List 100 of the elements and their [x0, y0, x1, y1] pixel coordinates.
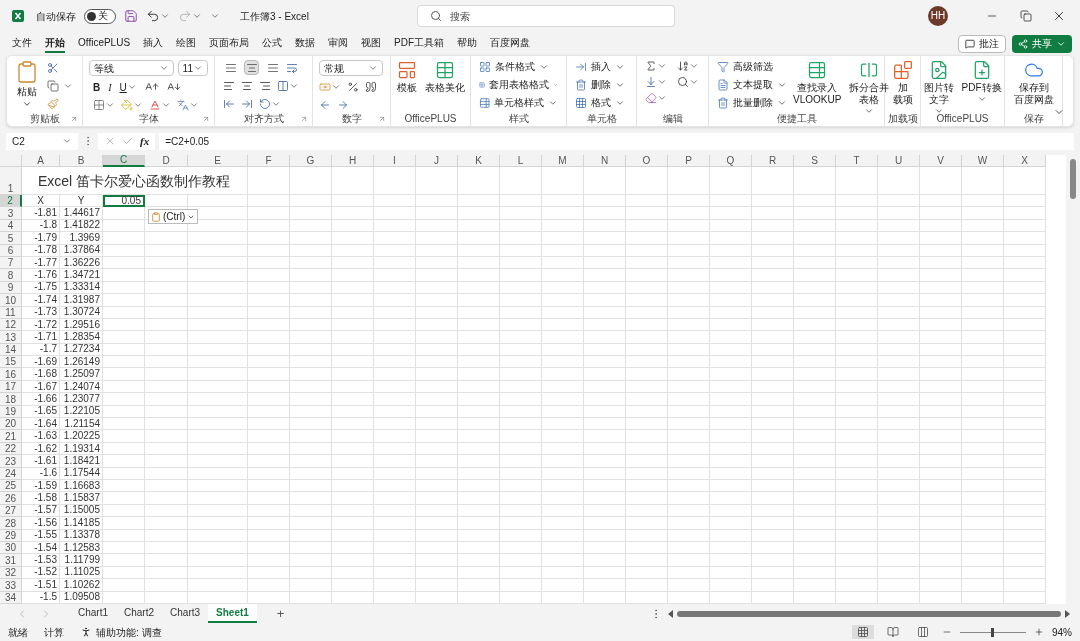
redo-icon[interactable] [178, 9, 192, 23]
column-header[interactable]: D [145, 155, 188, 167]
name-box[interactable]: C2 [6, 132, 78, 150]
sheet-tab[interactable]: Sheet1 [208, 604, 257, 623]
column-header[interactable]: O [626, 155, 668, 167]
column-header[interactable]: L [500, 155, 542, 167]
dialog-launcher-icon[interactable] [378, 115, 386, 123]
percent-icon[interactable] [347, 81, 359, 93]
comments-button[interactable]: 批注 [958, 34, 1006, 53]
underline-button[interactable]: U [119, 79, 127, 95]
active-cell[interactable]: 0.05 [103, 195, 145, 208]
fill-color-icon[interactable] [121, 99, 133, 111]
column-header[interactable]: N [584, 155, 626, 167]
caret-icon[interactable] [160, 11, 170, 21]
formula-field[interactable]: =C2+0.05 [159, 132, 1074, 150]
view-button[interactable] [852, 625, 874, 639]
copy-icon[interactable] [47, 80, 59, 92]
column-header[interactable]: G [290, 155, 332, 167]
restore-icon[interactable] [1020, 10, 1032, 22]
share-button[interactable]: 共享 [1012, 34, 1072, 53]
search-field[interactable]: 搜索 [417, 5, 675, 27]
cut-icon[interactable] [47, 62, 59, 74]
align-left-icon[interactable] [223, 80, 235, 92]
user-avatar[interactable]: HH [928, 6, 948, 26]
ribbon-button[interactable]: 单元格样式 [479, 94, 558, 111]
ribbon-tab[interactable]: 文件 [12, 34, 32, 53]
ribbon-tab[interactable]: 帮助 [457, 34, 478, 53]
column-header[interactable]: R [752, 155, 794, 167]
dialog-launcher-icon[interactable] [300, 115, 308, 123]
column-header[interactable]: E [188, 155, 248, 167]
ribbon-button[interactable]: 插入 [575, 58, 628, 75]
close-icon[interactable] [1052, 9, 1066, 23]
column-header[interactable]: W [962, 155, 1004, 167]
ribbon-tab[interactable]: 绘图 [176, 34, 197, 53]
row-header[interactable]: 10 [0, 294, 22, 307]
sheet-tab[interactable]: Chart3 [162, 604, 209, 623]
font-color-icon[interactable] [149, 99, 161, 111]
zoom-thumb[interactable] [991, 627, 995, 637]
merge-cells-icon[interactable] [277, 80, 289, 92]
column-header[interactable]: P [668, 155, 710, 167]
ribbon-button[interactable]: 高级筛选 [717, 58, 787, 75]
ribbon-button[interactable]: 表格美化 [422, 58, 467, 94]
caret-icon[interactable] [189, 100, 199, 110]
paste-options-button[interactable]: (Ctrl) [148, 209, 199, 224]
paste-button[interactable]: 粘贴 [15, 60, 39, 110]
row-header[interactable]: 21 [0, 430, 22, 443]
font-size-dropdown[interactable]: 11 [177, 60, 208, 76]
row-header[interactable]: 28 [0, 517, 22, 530]
row-header[interactable]: 2 [0, 195, 22, 208]
column-header[interactable]: H [332, 155, 374, 167]
sheet-tab[interactable]: Chart2 [116, 604, 163, 623]
ribbon-tab[interactable]: 插入 [143, 34, 164, 53]
decrease-indent-icon[interactable] [223, 98, 235, 110]
row-header[interactable]: 1 [0, 167, 22, 195]
decrease-decimal-icon[interactable] [337, 99, 349, 111]
row-header[interactable]: 3 [0, 207, 22, 220]
align-center-icon[interactable] [241, 80, 253, 92]
vertical-align-button[interactable] [244, 60, 259, 75]
ribbon-tab[interactable]: 开始 [45, 34, 65, 53]
caret-icon[interactable] [105, 100, 115, 110]
sort-filter-icon[interactable] [676, 60, 689, 72]
comma-style-icon[interactable] [365, 81, 377, 93]
ribbon-button[interactable]: 文本提取 [717, 76, 787, 93]
ribbon-button[interactable]: 加 载项 [890, 58, 915, 106]
accessibility-status[interactable]: 辅助功能: 调查 [96, 624, 162, 640]
caret-icon[interactable] [158, 63, 169, 73]
dialog-launcher-icon[interactable] [202, 115, 210, 123]
ribbon-tab[interactable]: OfficePLUS [78, 34, 131, 53]
number-format-dropdown[interactable]: 常规 [319, 60, 383, 76]
search-icon[interactable] [676, 76, 689, 88]
zoom-slider[interactable] [960, 627, 1026, 637]
align-right-icon[interactable] [259, 80, 271, 92]
column-header[interactable]: U [878, 155, 920, 167]
caret-icon[interactable] [63, 81, 73, 91]
ribbon-tab[interactable]: 百度网盘 [490, 34, 531, 53]
column-header[interactable]: C [103, 155, 145, 167]
increase-indent-icon[interactable] [241, 98, 253, 110]
ribbon-tab[interactable]: 视图 [361, 34, 382, 53]
ribbon-button[interactable]: 格式 [575, 94, 628, 111]
row-header[interactable]: 20 [0, 418, 22, 431]
fill-icon[interactable] [645, 76, 657, 88]
row-header[interactable]: 8 [0, 269, 22, 282]
ribbon-button[interactable]: 套用表格格式 [479, 76, 558, 93]
caret-icon[interactable] [193, 63, 203, 73]
row-header[interactable]: 18 [0, 393, 22, 406]
ribbon-button[interactable]: 批量删除 [717, 94, 787, 111]
zoom-in-icon[interactable] [1034, 627, 1044, 637]
column-header[interactable]: S [794, 155, 836, 167]
caret-icon[interactable] [62, 136, 72, 146]
column-header[interactable]: V [920, 155, 962, 167]
ribbon-button[interactable]: 删除 [575, 76, 628, 93]
column-header[interactable]: J [416, 155, 458, 167]
insert-function-button[interactable]: fx [140, 132, 150, 150]
ribbon-button[interactable]: 模板 [394, 58, 419, 94]
ribbon-tab[interactable]: 公式 [262, 34, 283, 53]
caret-icon[interactable] [133, 100, 143, 110]
ribbon-button[interactable]: 条件格式 [479, 58, 558, 75]
bold-button[interactable]: B [93, 79, 101, 95]
save-icon[interactable] [124, 9, 138, 23]
eraser-icon[interactable] [645, 92, 657, 104]
